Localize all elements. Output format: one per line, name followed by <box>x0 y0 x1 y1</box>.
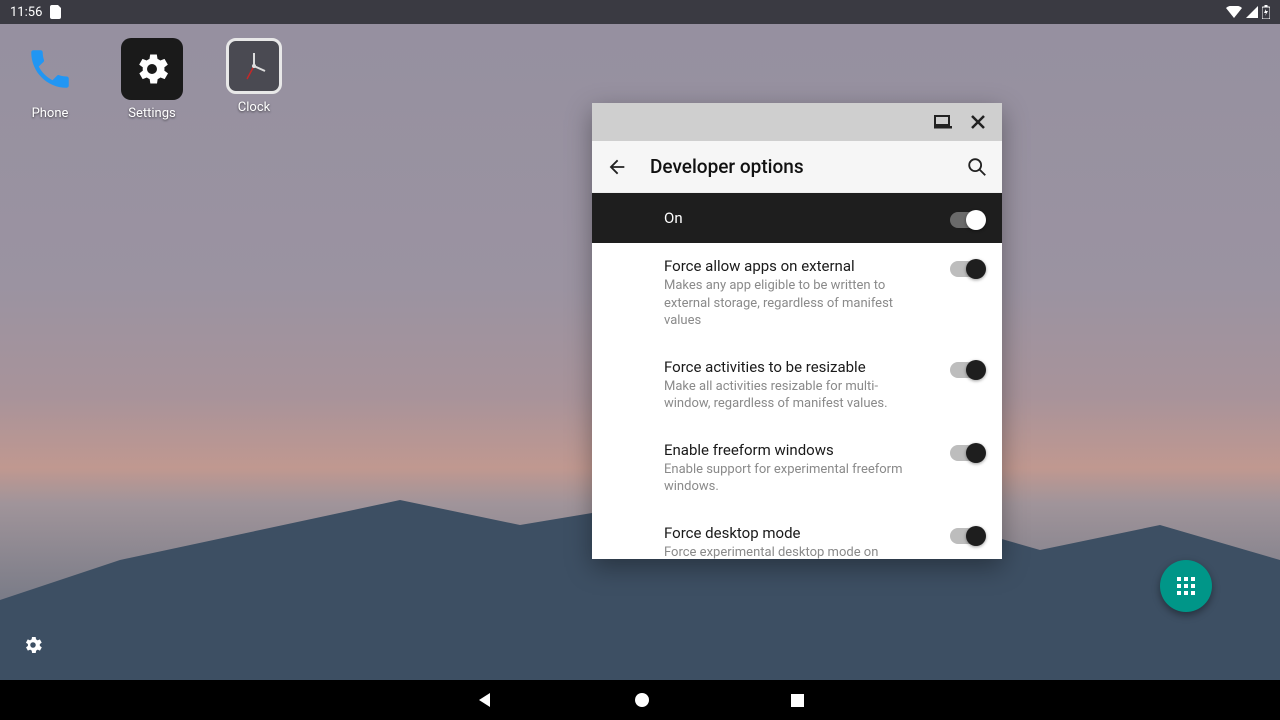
setting-desc: Make all activities resizable for multi-… <box>664 378 914 413</box>
quick-settings-button[interactable] <box>22 634 44 660</box>
search-button[interactable] <box>966 156 988 178</box>
desktop-icons: Phone Settings Clock <box>14 38 290 121</box>
master-toggle-label: On <box>664 209 950 227</box>
nav-back[interactable] <box>476 691 494 709</box>
nav-recents[interactable] <box>790 693 805 708</box>
triangle-back-icon <box>476 691 494 709</box>
page-title: Developer options <box>650 155 944 178</box>
app-phone[interactable]: Phone <box>14 38 86 121</box>
app-settings[interactable]: Settings <box>116 38 188 121</box>
setting-switch[interactable] <box>950 528 984 544</box>
master-switch[interactable] <box>950 212 984 228</box>
setting-switch[interactable] <box>950 362 984 378</box>
back-button[interactable] <box>606 156 628 178</box>
setting-title: Force desktop mode <box>664 524 936 542</box>
setting-switch[interactable] <box>950 261 984 277</box>
status-bar: 11:56 <box>0 0 1280 24</box>
setting-force-desktop-mode[interactable]: Force desktop mode Force experimental de… <box>592 510 1002 559</box>
window-titlebar[interactable] <box>592 103 1002 141</box>
master-toggle-row[interactable]: On <box>592 193 1002 243</box>
circle-home-icon <box>634 692 650 708</box>
setting-desc: Makes any app eligible to be written to … <box>664 277 914 330</box>
sdcard-icon <box>50 5 62 19</box>
app-clock[interactable]: Clock <box>218 38 290 121</box>
app-drawer-button[interactable] <box>1160 560 1212 612</box>
gear-icon <box>22 634 44 656</box>
close-button[interactable] <box>970 114 986 130</box>
app-label: Settings <box>128 106 175 121</box>
setting-force-resizable[interactable]: Force activities to be resizable Make al… <box>592 344 1002 427</box>
home-screen: 11:56 Phone Settings <box>0 0 1280 720</box>
gear-icon <box>132 49 172 89</box>
wifi-icon <box>1226 6 1242 18</box>
setting-switch[interactable] <box>950 445 984 461</box>
setting-title: Enable freeform windows <box>664 441 936 459</box>
status-time: 11:56 <box>10 5 42 20</box>
clock-icon <box>229 41 279 91</box>
apps-grid-icon <box>1177 577 1195 595</box>
developer-options-window: Developer options On Force allow apps on… <box>592 103 1002 559</box>
maximize-icon <box>934 115 952 129</box>
back-arrow-icon <box>606 156 628 178</box>
app-bar: Developer options <box>592 141 1002 193</box>
app-label: Clock <box>238 100 270 115</box>
settings-list[interactable]: Force allow apps on external Makes any a… <box>592 243 1002 559</box>
setting-desc: Force experimental desktop mode on <box>664 544 914 559</box>
setting-desc: Enable support for experimental freeform… <box>664 461 914 496</box>
battery-icon <box>1262 5 1270 19</box>
navigation-bar <box>0 680 1280 720</box>
nav-home[interactable] <box>634 692 650 708</box>
square-recents-icon <box>790 693 805 708</box>
app-label: Phone <box>32 106 69 121</box>
setting-force-allow-external[interactable]: Force allow apps on external Makes any a… <box>592 243 1002 344</box>
signal-icon <box>1246 6 1258 18</box>
search-icon <box>966 156 988 178</box>
setting-title: Force activities to be resizable <box>664 358 936 376</box>
maximize-button[interactable] <box>934 115 952 129</box>
phone-icon <box>25 44 75 94</box>
close-icon <box>970 114 986 130</box>
setting-title: Force allow apps on external <box>664 257 936 275</box>
setting-enable-freeform[interactable]: Enable freeform windows Enable support f… <box>592 427 1002 510</box>
